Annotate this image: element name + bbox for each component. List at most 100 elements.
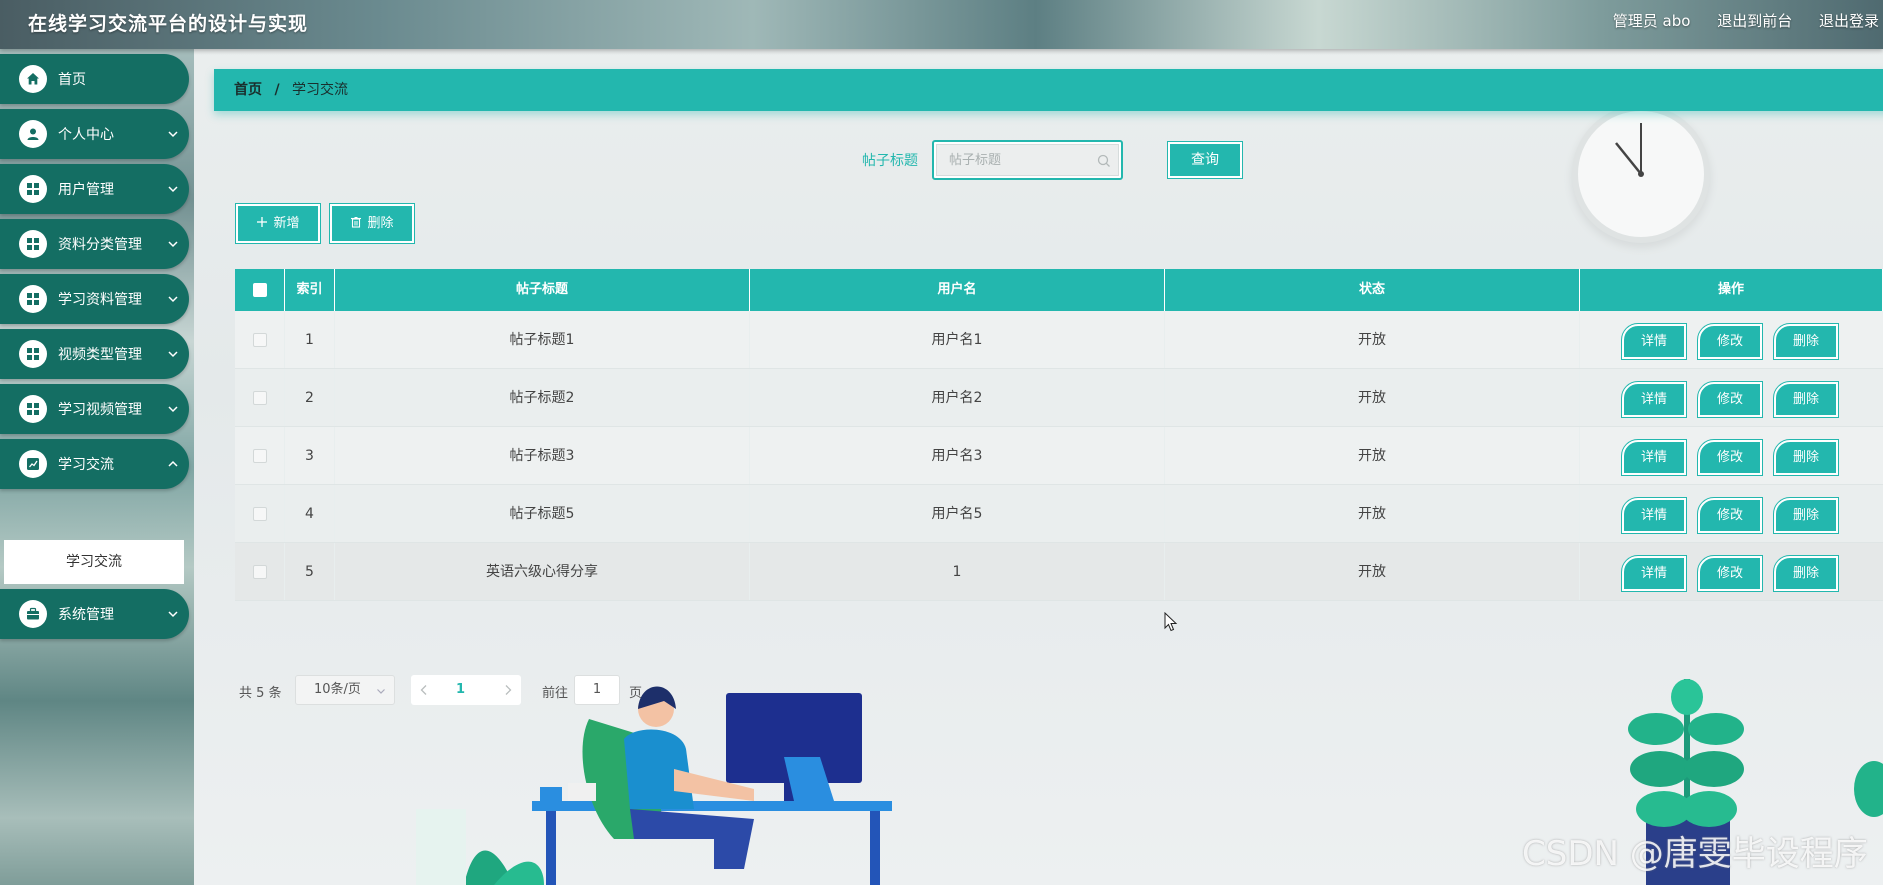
edit-button[interactable]: 修改 — [1697, 323, 1763, 360]
sidebar-item-label: 资料分类管理 — [58, 237, 142, 253]
row-checkbox[interactable] — [252, 391, 267, 405]
search-icon — [1097, 154, 1110, 167]
chevron-down-icon — [168, 131, 178, 138]
edit-button[interactable]: 修改 — [1697, 439, 1763, 476]
table-body: 1 帖子标题1 用户名1 开放 详情 修改 删除 2 帖子标题2 用户名2 开放… — [235, 311, 1883, 601]
goto-page-input[interactable]: 1 — [574, 675, 620, 705]
grid-icon — [19, 285, 47, 313]
table-row: 1 帖子标题1 用户名1 开放 详情 修改 删除 — [235, 311, 1883, 369]
row-checkbox-cell — [235, 369, 285, 426]
home-icon — [19, 65, 47, 93]
row-title: 帖子标题5 — [335, 485, 750, 542]
row-username: 用户名1 — [750, 311, 1165, 368]
table-row: 3 帖子标题3 用户名3 开放 详情 修改 删除 — [235, 427, 1883, 485]
back-to-front-link[interactable]: 退出到前台 — [1717, 12, 1792, 30]
edit-button[interactable]: 修改 — [1697, 497, 1763, 534]
admin-user-label: 管理员 abo — [1612, 12, 1691, 30]
logout-link[interactable]: 退出登录 — [1819, 12, 1879, 30]
column-header-title: 帖子标题 — [335, 269, 750, 311]
goto-prefix: 前往 — [542, 686, 569, 701]
chevron-down-icon — [377, 689, 385, 694]
detail-button[interactable]: 详情 — [1621, 497, 1687, 534]
chevron-down-icon — [168, 186, 178, 193]
table-row: 5 英语六级心得分享 1 开放 详情 修改 删除 — [235, 543, 1883, 601]
row-title: 帖子标题1 — [335, 311, 750, 368]
add-button[interactable]: 新增 — [235, 203, 321, 244]
sidebar-item-video-types[interactable]: 视频类型管理 — [0, 329, 189, 379]
sidebar-subitem-exchange[interactable]: 学习交流 — [4, 540, 184, 584]
sidebar-item-label: 系统管理 — [58, 607, 114, 623]
sidebar-item-material-category[interactable]: 资料分类管理 — [0, 219, 189, 269]
row-operations: 详情 修改 删除 — [1580, 369, 1883, 426]
row-index: 5 — [285, 543, 335, 600]
row-operations: 详情 修改 删除 — [1580, 485, 1883, 542]
row-checkbox[interactable] — [252, 507, 267, 521]
detail-button[interactable]: 详情 — [1621, 381, 1687, 418]
delete-button[interactable]: 删除 — [1773, 381, 1839, 418]
detail-button[interactable]: 详情 — [1621, 555, 1687, 592]
table-row: 4 帖子标题5 用户名5 开放 详情 修改 删除 — [235, 485, 1883, 543]
delete-button[interactable]: 删除 — [1773, 323, 1839, 360]
sidebar-item-videos[interactable]: 学习视频管理 — [0, 384, 189, 434]
sidebar-item-label: 学习资料管理 — [58, 292, 142, 308]
row-checkbox[interactable] — [252, 565, 267, 579]
briefcase-icon — [19, 600, 47, 628]
breadcrumb-current: 学习交流 — [292, 82, 349, 98]
select-all-cell — [235, 269, 285, 311]
row-title: 帖子标题2 — [335, 369, 750, 426]
breadcrumb-home[interactable]: 首页 — [234, 82, 262, 98]
user-icon — [19, 120, 47, 148]
row-checkbox[interactable] — [252, 449, 267, 463]
chevron-down-icon — [168, 351, 178, 358]
row-username: 用户名2 — [750, 369, 1165, 426]
row-operations: 详情 修改 删除 — [1580, 543, 1883, 600]
row-checkbox[interactable] — [252, 333, 267, 347]
chevron-down-icon — [168, 406, 178, 413]
row-username: 用户名5 — [750, 485, 1165, 542]
grid-icon — [19, 340, 47, 368]
top-header: 在线学习交流平台的设计与实现 管理员 abo 退出到前台 退出登录 — [0, 0, 1883, 49]
sidebar-item-system[interactable]: 系统管理 — [0, 589, 189, 639]
search-input[interactable] — [936, 144, 1119, 176]
prev-page-icon[interactable] — [419, 684, 429, 696]
sidebar-item-materials[interactable]: 学习资料管理 — [0, 274, 189, 324]
row-title: 帖子标题3 — [335, 427, 750, 484]
trash-icon — [351, 217, 362, 228]
grid-icon — [19, 395, 47, 423]
page-navigator: 1 — [411, 675, 521, 705]
delete-button[interactable]: 删除 — [1773, 497, 1839, 534]
batch-delete-button[interactable]: 删除 — [329, 203, 415, 244]
desk-illustration — [416, 686, 892, 885]
sidebar-item-home[interactable]: 首页 — [0, 54, 189, 104]
csdn-watermark: CSDN @唐雯毕设程序 — [1522, 834, 1868, 874]
sidebar-item-users[interactable]: 用户管理 — [0, 164, 189, 214]
posts-table: 索引 帖子标题 用户名 状态 操作 1 帖子标题1 用户名1 开放 详情 修改 … — [235, 269, 1883, 601]
search-field-wrapper — [932, 140, 1123, 180]
table-header: 索引 帖子标题 用户名 状态 操作 — [235, 269, 1883, 311]
detail-button[interactable]: 详情 — [1621, 323, 1687, 360]
sidebar-item-label: 视频类型管理 — [58, 347, 142, 363]
column-header-operations: 操作 — [1580, 269, 1883, 311]
query-button[interactable]: 查询 — [1167, 141, 1243, 179]
page-size-value: 10条/页 — [314, 682, 361, 697]
row-status: 开放 — [1165, 485, 1580, 542]
delete-button[interactable]: 删除 — [1773, 555, 1839, 592]
delete-button[interactable]: 删除 — [1773, 439, 1839, 476]
page-size-select[interactable]: 10条/页 — [295, 675, 395, 705]
column-header-status: 状态 — [1165, 269, 1580, 311]
next-page-icon[interactable] — [503, 684, 513, 696]
select-all-checkbox[interactable] — [252, 282, 267, 297]
sidebar-item-exchange[interactable]: 学习交流 — [0, 439, 189, 489]
add-button-label: 新增 — [273, 216, 300, 231]
detail-button[interactable]: 详情 — [1621, 439, 1687, 476]
grid-icon — [19, 230, 47, 258]
sidebar-item-profile[interactable]: 个人中心 — [0, 109, 189, 159]
current-page-number[interactable]: 1 — [456, 682, 465, 697]
edit-button[interactable]: 修改 — [1697, 555, 1763, 592]
edit-button[interactable]: 修改 — [1697, 381, 1763, 418]
sidebar: 首页 个人中心 用户管理 资料分类管理 学习资料管理 视频类型管理 学习视频管理… — [0, 49, 194, 885]
breadcrumb-separator: / — [274, 82, 280, 98]
sidebar-item-label: 学习交流 — [58, 457, 114, 473]
row-status: 开放 — [1165, 311, 1580, 368]
row-operations: 详情 修改 删除 — [1580, 311, 1883, 368]
